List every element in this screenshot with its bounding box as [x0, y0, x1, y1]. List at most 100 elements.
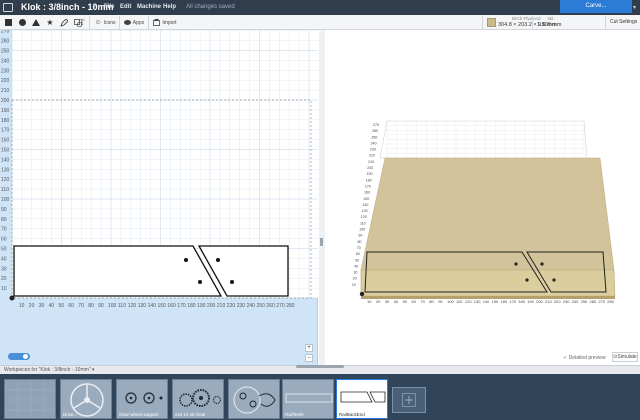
x-tick-label: 40	[49, 303, 55, 309]
save-status: All changes saved	[186, 4, 235, 10]
y-tick-label: 150	[1, 148, 10, 154]
zoom-in-button[interactable]: +	[305, 344, 313, 352]
x-tick-label: 30	[39, 303, 45, 309]
x-tick-label: 50	[403, 299, 408, 304]
y-tick-label: 90	[1, 207, 7, 213]
smiley-icon: ☺	[94, 19, 102, 26]
y-tick-label: 10	[352, 283, 356, 287]
zoom-out-button[interactable]: −	[305, 354, 313, 362]
view-toggle[interactable]	[8, 353, 30, 360]
menu-edit[interactable]: Edit	[120, 4, 131, 10]
x-tick-label: 140	[148, 303, 157, 309]
preview-pane[interactable]: 270 260 250 240 230 220 210 200 190 180 170 160 150 1…	[325, 30, 640, 365]
y-tick-label: 210	[368, 160, 374, 164]
menu-file[interactable]: File	[104, 4, 114, 10]
hole[interactable]	[198, 280, 202, 284]
add-workpiece-button[interactable]	[392, 387, 426, 413]
workpiece-thumbnail[interactable]	[228, 379, 280, 419]
apps-button[interactable]: Apps	[121, 17, 147, 28]
workpiece-thumbnail-active[interactable]: RailBackEnd	[336, 379, 388, 419]
y-tick-label: 240	[1, 58, 10, 64]
detailed-preview-toggle[interactable]: ✓ Detailed preview	[563, 355, 606, 361]
hole[interactable]	[184, 258, 188, 262]
workpiece-thumbnail[interactable]: RailTeeth	[282, 379, 334, 419]
x-tick-label: 180	[518, 299, 525, 304]
workpiece-thumbnail[interactable]: x10 10 x8 Gear	[172, 379, 224, 419]
app-logo-icon[interactable]	[3, 3, 13, 12]
design-canvas-svg[interactable]: 2702602502402302202102001901801701601501…	[0, 30, 318, 365]
icons-label: Icons	[103, 19, 116, 26]
x-tick-label: 200	[207, 303, 216, 309]
chevron-down-icon[interactable]: ▾	[93, 3, 96, 10]
y-tick-label: 160	[1, 138, 10, 144]
workpiece-thumbnail[interactable]: Gear wheel support	[116, 379, 168, 419]
bit-label: Bit	[548, 16, 554, 21]
cut-settings-button[interactable]: Cut Settings	[610, 19, 637, 25]
hole[interactable]	[216, 258, 220, 262]
x-tick-label: 200	[536, 299, 543, 304]
y-tick-label: 120	[1, 177, 10, 183]
pen-tool[interactable]	[59, 17, 69, 28]
import-label: Import	[162, 19, 177, 26]
toolbar-divider	[532, 16, 533, 29]
y-tick-label: 140	[362, 203, 368, 207]
x-tick-label: 120	[128, 303, 137, 309]
y-tick-label: 260	[372, 129, 378, 133]
y-tick-label: 100	[359, 228, 365, 232]
star-shape-tool[interactable]: ★	[45, 17, 55, 28]
triangle-shape-tool[interactable]	[31, 17, 41, 28]
y-tick-label: 90	[358, 234, 362, 238]
x-tick-label: 210	[545, 299, 552, 304]
carve-dropdown-icon[interactable]: ▾	[633, 4, 636, 11]
circle-shape-tool[interactable]	[17, 17, 27, 28]
triangle-icon	[32, 19, 40, 26]
hole[interactable]	[230, 280, 234, 284]
workpieces-label: Workpieces for "Klok : 3/8inch - 10mm" ▾	[4, 367, 95, 373]
icons-button[interactable]: ☺ Icons	[92, 17, 118, 28]
x-tick-label: 110	[456, 299, 463, 304]
divider-handle-icon[interactable]	[320, 238, 323, 246]
carve-button[interactable]: Carve...	[560, 0, 632, 13]
x-tick-label: 220	[227, 303, 236, 309]
workpiece-preview	[5, 380, 55, 418]
y-tick-label: 260	[1, 39, 10, 45]
import-button[interactable]: Import	[150, 17, 180, 28]
x-tick-label: 250	[581, 299, 588, 304]
preview-3d-svg[interactable]: 2702602502402302202102001901801701601501…	[325, 30, 640, 365]
toolbar: ★ T ☺ Icons Apps Import Birch Plywood 30…	[0, 15, 640, 30]
detailed-preview-label: Detailed preview	[568, 355, 606, 361]
x-tick-label: 270	[276, 303, 285, 309]
workpiece-name: Drive...	[63, 412, 78, 417]
menu-machine[interactable]: Machine	[137, 4, 161, 10]
x-tick-label: 130	[474, 299, 481, 304]
material-swatch[interactable]	[487, 18, 496, 27]
y-tick-label: 230	[370, 148, 376, 152]
x-tick-label: 260	[266, 303, 275, 309]
rail-left-piece[interactable]	[13, 245, 223, 297]
text-tool[interactable]: T	[77, 17, 87, 28]
y-tick-label: 220	[1, 78, 10, 84]
text-icon: T	[79, 18, 85, 27]
y-tick-label: 50	[1, 247, 7, 253]
y-tick-label: 60	[356, 252, 360, 256]
y-tick-label: 200	[1, 98, 10, 104]
bit-size[interactable]: 1.500 mm	[537, 22, 561, 28]
y-tick-label: 50	[355, 258, 359, 262]
plus-icon	[402, 393, 416, 407]
y-tick-label: 100	[1, 197, 10, 203]
menu-help[interactable]: Help	[163, 4, 176, 10]
y-tick-label: 190	[1, 108, 10, 114]
y-tick-label: 80	[358, 240, 362, 244]
square-shape-tool[interactable]	[3, 17, 13, 28]
project-title[interactable]: Klok : 3/8inch - 10mm	[21, 2, 114, 12]
workpiece-thumbnail[interactable]	[4, 379, 56, 419]
import-icon	[153, 19, 161, 26]
y-tick-label: 70	[357, 246, 361, 250]
scrollbar[interactable]	[296, 365, 344, 368]
y-tick-label: 30	[353, 271, 357, 275]
workpiece-thumbnail[interactable]: Drive...	[60, 379, 112, 419]
toolbar-divider	[482, 16, 483, 29]
design-canvas[interactable]: 270 260 250 240 230 220 210 200 190 180 170 160 150 1…	[0, 30, 318, 365]
x-tick-label: 80	[88, 303, 94, 309]
simulate-button[interactable]: ⊙ Simulate	[612, 352, 638, 362]
